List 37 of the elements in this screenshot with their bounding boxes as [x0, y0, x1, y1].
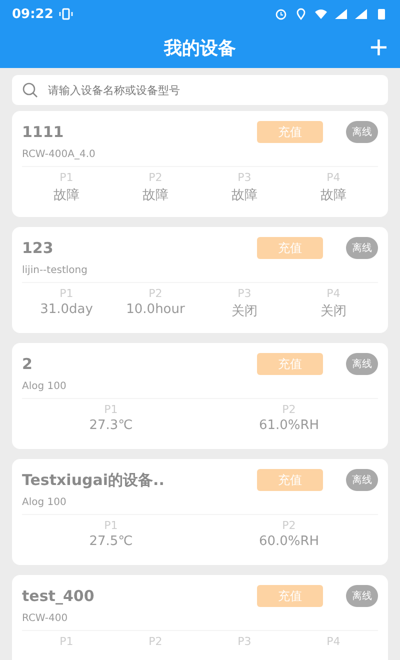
status-badge: 离线 [346, 121, 378, 143]
device-name: Testxiugai的设备.. [22, 470, 166, 490]
alarm-icon [274, 8, 288, 20]
param-value: 10.0hour [126, 302, 185, 317]
param-value: 故障 [232, 187, 258, 204]
device-name: 123 [22, 239, 54, 257]
wifi-icon [314, 8, 328, 20]
device-model: RCW-400 [22, 613, 378, 631]
param-value: 关闭 [320, 303, 346, 320]
signal-icon [334, 8, 348, 20]
status-badge: 离线 [346, 585, 378, 607]
param-value: 27.5℃ [89, 534, 133, 549]
search-field[interactable]: 请输入设备名称或设备型号 [12, 75, 388, 105]
page-title: 我的设备 [164, 37, 236, 60]
signal-icon [354, 8, 368, 20]
device-name: 1111 [22, 123, 65, 141]
status-badge: 离线 [346, 353, 378, 375]
status-badge: 离线 [346, 469, 378, 491]
param-value: 61.0%RH [258, 418, 320, 433]
device-name: test_400 [22, 587, 96, 605]
param-value: 27.3℃ [89, 418, 133, 433]
param-value: 60.0%RH [258, 534, 320, 549]
location-icon [294, 8, 308, 20]
vibrate-icon [59, 8, 74, 20]
status-badge: 离线 [346, 237, 378, 259]
device-name: 2 [22, 355, 34, 373]
device-model: RCW-400A_4.0 [22, 149, 378, 167]
param-value: 故障 [320, 187, 346, 204]
device-model: Alog 100 [22, 497, 378, 515]
param-value: 故障 [142, 187, 168, 204]
param-value: 故障 [54, 187, 80, 204]
device-model: Alog 100 [22, 381, 378, 399]
device-model: lijin--testlong [22, 265, 378, 283]
status-time: 09:22 [12, 6, 54, 22]
add-button[interactable]: + [365, 30, 392, 64]
param-value: 关闭 [232, 303, 258, 320]
param-value: 31.0day [40, 302, 93, 317]
